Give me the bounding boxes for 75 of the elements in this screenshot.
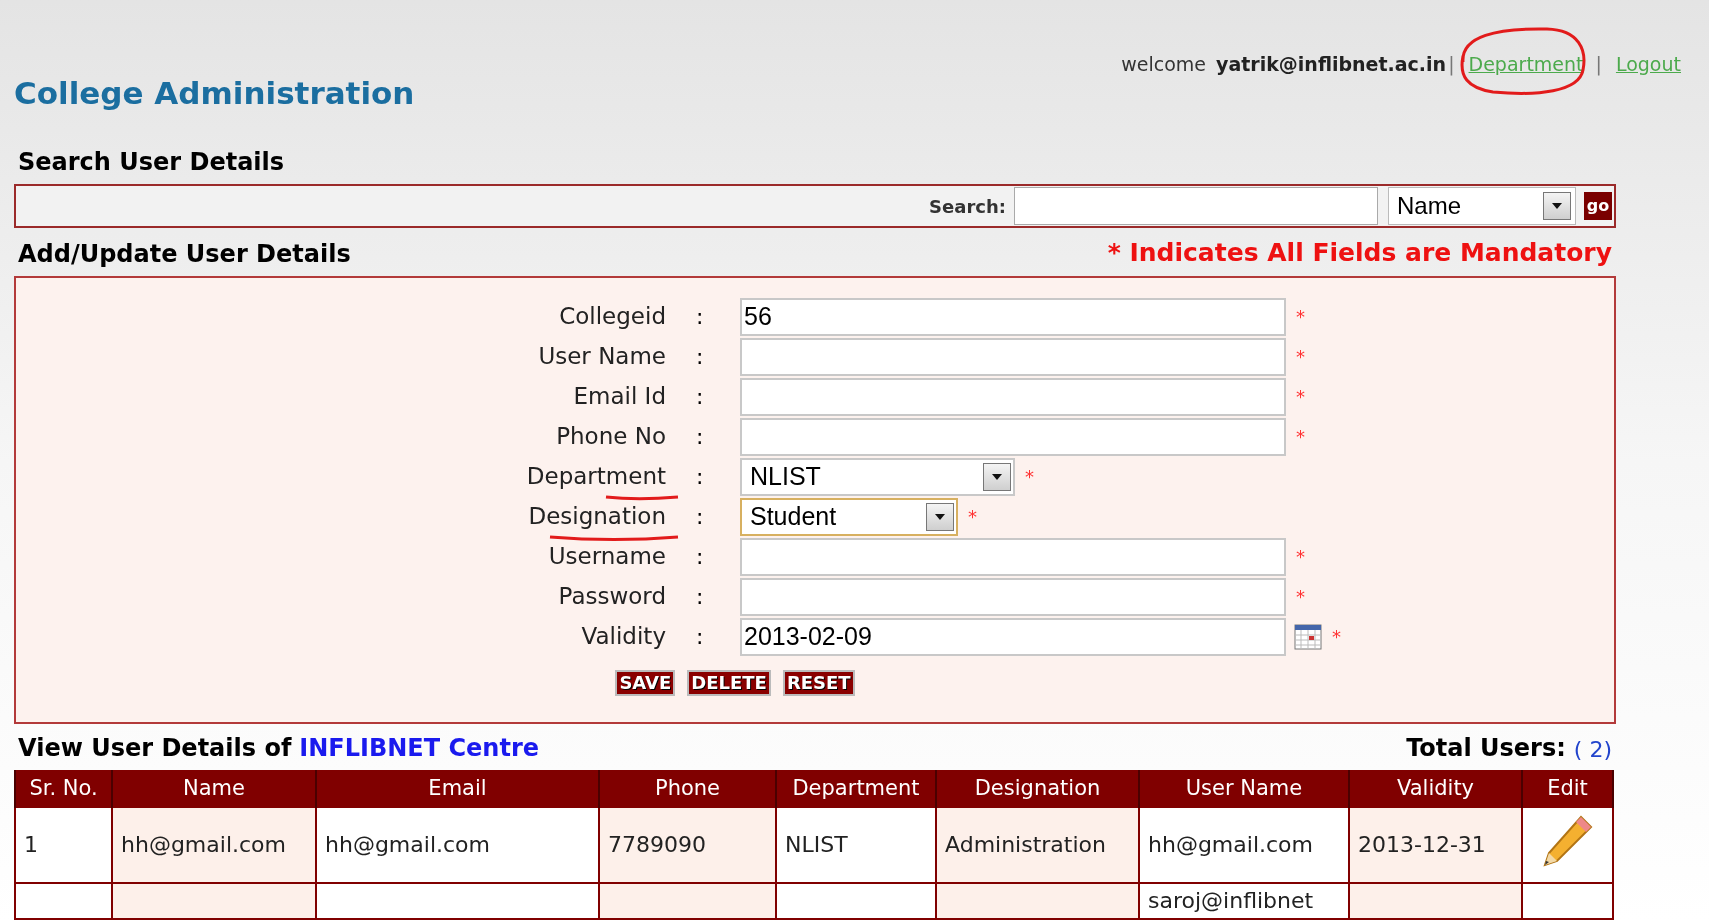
table-cell: hh@gmail.com [316, 806, 599, 883]
separator: | [1595, 52, 1602, 78]
go-button[interactable]: go [1584, 192, 1612, 220]
mandatory-note: * Indicates All Fields are Mandatory [1107, 237, 1612, 269]
text-field[interactable] [740, 337, 1286, 376]
required-mark: * [968, 505, 977, 529]
total-users-count: ( 2) [1573, 735, 1612, 764]
form-button[interactable]: DELETE [687, 669, 771, 696]
separator: | [1448, 52, 1455, 78]
field-label: Email Id [572, 382, 666, 412]
text-field[interactable] [740, 417, 1286, 456]
required-mark: * [1296, 585, 1305, 609]
form-button[interactable]: SAVE [615, 669, 676, 696]
field-label: User Name [537, 342, 666, 372]
table-cell: 2013-12-31 [1349, 806, 1522, 883]
field-label: Username [547, 542, 666, 572]
centre-name: INFLIBNET Centre [299, 732, 540, 764]
text-field[interactable] [740, 377, 1286, 416]
required-mark: * [1025, 465, 1034, 489]
dropdown-field[interactable]: NLIST [740, 457, 1015, 496]
section-heading: Add/Update User Details [18, 238, 351, 270]
field-label: Validity [580, 622, 666, 652]
field-label: Phone No [555, 422, 666, 452]
required-mark: * [1296, 425, 1305, 449]
form-button[interactable]: RESET [782, 669, 855, 696]
search-type-select[interactable]: Name [1388, 187, 1576, 225]
column-header: Phone [599, 770, 776, 807]
page-title: College Administration [14, 74, 415, 113]
column-header: Department [776, 770, 936, 807]
total-users-label: Total Users: [1406, 732, 1566, 764]
text-field[interactable] [740, 577, 1286, 616]
column-header: Sr. No. [15, 770, 112, 807]
user-email: yatrik@inflibnet.ac.in [1216, 52, 1447, 77]
table-cell: 1 [15, 806, 112, 883]
colon: : [695, 463, 705, 491]
welcome-text: welcome [1121, 52, 1207, 77]
dropdown-field[interactable]: Student [740, 497, 958, 536]
column-header: Email [316, 770, 599, 807]
table-cell: hh@gmail.com [112, 806, 316, 883]
colon: : [695, 503, 705, 531]
text-field[interactable] [740, 537, 1286, 576]
text-field[interactable]: 56 [740, 297, 1286, 336]
colon: : [695, 423, 705, 451]
column-header: User Name [1139, 770, 1349, 807]
field-label: Department [409, 459, 666, 494]
text-field[interactable]: 2013-02-09 [740, 617, 1286, 656]
pencil-icon[interactable] [1540, 813, 1595, 867]
column-header: Edit [1522, 770, 1613, 807]
table-cell: hh@gmail.com [1139, 806, 1349, 883]
colon: : [695, 303, 705, 331]
required-mark: * [1296, 345, 1305, 369]
section-heading: Search User Details [17, 147, 286, 178]
table-cell: saroj@inflibnet [1139, 882, 1349, 919]
table-cell: Administration [936, 806, 1139, 883]
colon: : [695, 543, 705, 571]
required-mark: * [1296, 385, 1305, 409]
required-mark: * [1332, 625, 1341, 649]
column-header: Validity [1349, 770, 1522, 807]
field-label: Designation [409, 499, 666, 534]
table-cell: 7789090 [599, 806, 776, 883]
column-header: Designation [936, 770, 1139, 807]
colon: : [695, 583, 705, 611]
search-field[interactable] [1014, 187, 1378, 225]
field-label: Password [557, 582, 666, 612]
required-mark: * [1296, 305, 1305, 329]
calendar-icon[interactable] [1294, 623, 1322, 650]
required-mark: * [1296, 545, 1305, 569]
table-cell: NLIST [776, 806, 936, 883]
section-heading: View User Details of [18, 732, 292, 764]
search-label: Search: [929, 194, 1006, 219]
colon: : [695, 383, 705, 411]
colon: : [695, 343, 705, 371]
field-label: Collegeid [558, 302, 666, 332]
column-header: Name [112, 770, 316, 807]
colon: : [695, 623, 705, 651]
